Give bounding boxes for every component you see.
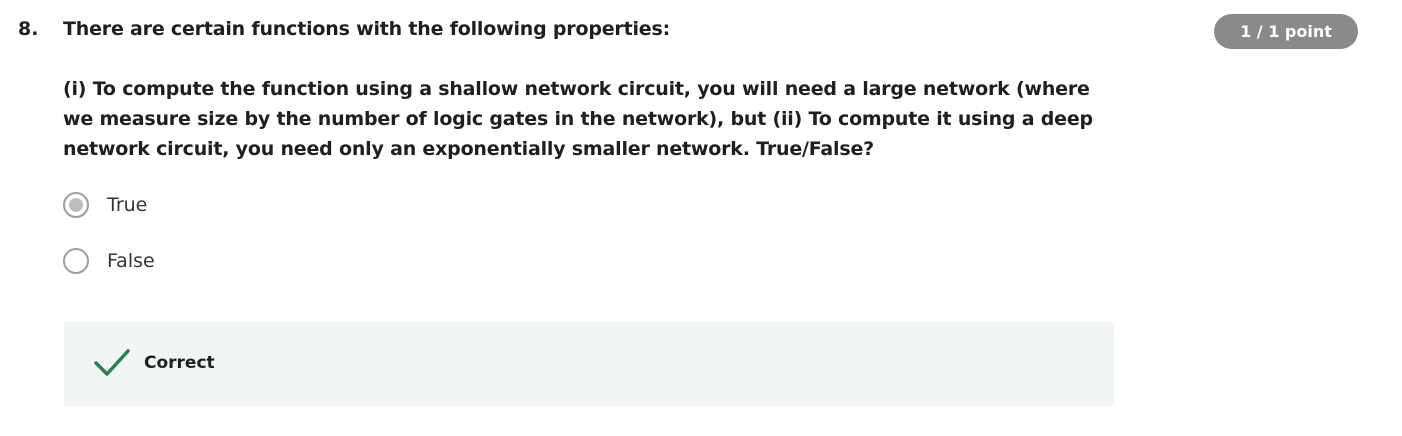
question-number: 8. (18, 18, 39, 40)
feedback-status: Correct (144, 353, 215, 373)
question-body: (i) To compute the function using a shal… (63, 78, 1093, 160)
feedback-box: Correct (64, 322, 1114, 406)
question-title: There are certain functions with the fol… (63, 18, 670, 40)
checkmark-icon (94, 349, 130, 376)
radio-button[interactable] (63, 248, 89, 274)
option-label: True (107, 194, 148, 216)
radio-button-selected[interactable] (63, 192, 89, 218)
points-badge: 1 / 1 point (1214, 14, 1358, 49)
quiz-question: 8. There are certain functions with the … (0, 0, 1402, 436)
option-label: False (107, 250, 155, 272)
